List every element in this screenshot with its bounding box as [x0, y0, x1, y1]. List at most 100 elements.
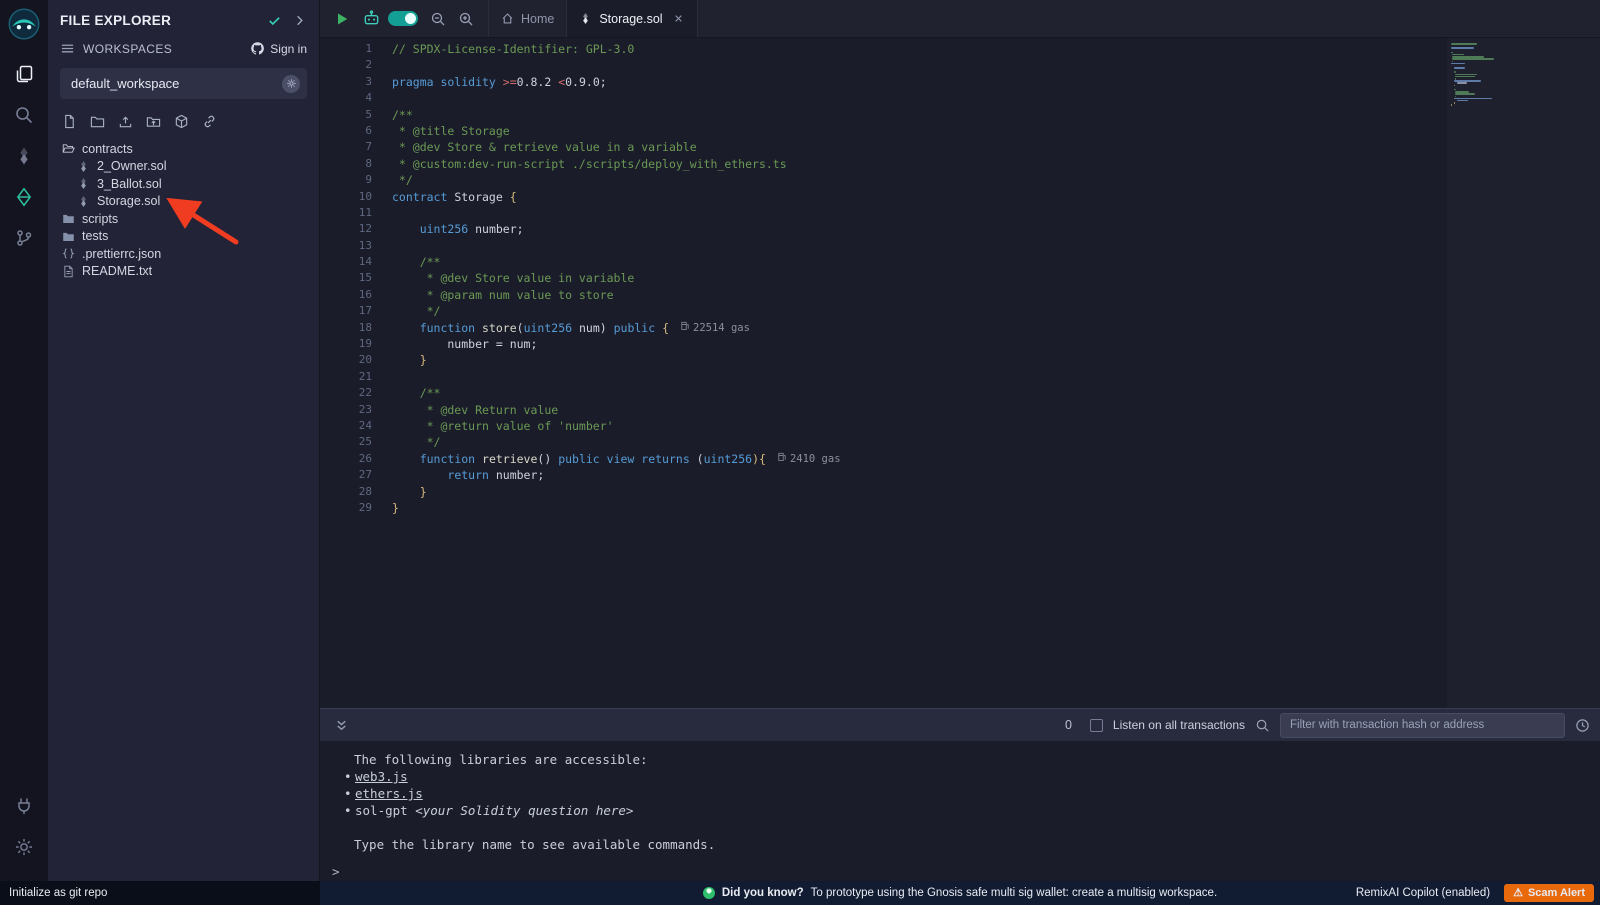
git-init-button[interactable]: Initialize as git repo [0, 881, 320, 905]
deploy-run-icon[interactable] [7, 180, 41, 214]
tree-item-label: contracts [82, 142, 133, 156]
code-line[interactable]: /** [392, 107, 1600, 123]
code-line[interactable]: * @custom:dev-run-script ./scripts/deplo… [392, 156, 1600, 172]
code-line[interactable]: * @dev Store & retrieve value in a varia… [392, 139, 1600, 155]
solidity-icon [579, 12, 592, 25]
code-line[interactable]: * @title Storage [392, 123, 1600, 139]
code-line[interactable]: number = num; [392, 336, 1600, 352]
code-token [392, 451, 420, 467]
folder-icon [62, 212, 75, 225]
code-line[interactable]: /** [392, 254, 1600, 270]
close-icon[interactable] [672, 12, 685, 25]
solidity-compiler-icon[interactable] [7, 139, 41, 173]
zoom-in-icon[interactable] [458, 11, 474, 27]
code-line[interactable] [392, 369, 1600, 385]
terminal[interactable]: The following libraries are accessible:•… [320, 741, 1600, 881]
code-line[interactable]: return number; [392, 467, 1600, 483]
github-signin-button[interactable]: Sign in [250, 41, 307, 56]
file-explorer-icon[interactable] [7, 57, 41, 91]
terminal-line: The following libraries are accessible: [332, 751, 1600, 768]
code-line[interactable] [392, 238, 1600, 254]
code-line[interactable]: // SPDX-License-Identifier: GPL-3.0 [392, 41, 1600, 57]
code-line[interactable] [392, 205, 1600, 221]
code-line[interactable]: uint256 number; [392, 221, 1600, 237]
code-token [392, 320, 420, 336]
code-line[interactable]: pragma solidity >=0.8.2 <0.9.0; [392, 74, 1600, 90]
copilot-toggle[interactable] [388, 11, 418, 26]
code-line[interactable]: * @dev Store value in variable [392, 270, 1600, 286]
search-icon[interactable] [7, 98, 41, 132]
tree-item-label: .prettierrc.json [82, 247, 161, 261]
tab-storage-sol[interactable]: Storage.sol [567, 0, 697, 37]
workspace-options-icon[interactable] [282, 75, 300, 93]
code-line[interactable]: function retrieve() public view returns … [392, 451, 1600, 467]
code-line[interactable]: function store(uint256 num) public {2251… [392, 320, 1600, 336]
upload-file-icon[interactable] [118, 114, 133, 129]
workbench: FILE EXPLORER WORKSPACES Sign in defau [0, 0, 1600, 905]
code-token: } [392, 500, 399, 516]
code-line[interactable]: } [392, 500, 1600, 516]
file-toolbar [48, 103, 319, 137]
terminal-text: Type the library name to see available c… [354, 837, 715, 852]
git-icon[interactable] [7, 221, 41, 255]
workspace-select[interactable]: default_workspace [60, 68, 307, 99]
minimap-line [1451, 104, 1452, 106]
minimap[interactable] [1447, 38, 1600, 708]
listen-checkbox[interactable] [1090, 719, 1103, 732]
code-content[interactable]: // SPDX-License-Identifier: GPL-3.0 pragm… [372, 38, 1600, 708]
code-line[interactable]: * @dev Return value [392, 402, 1600, 418]
tree-item[interactable]: 2_Owner.sol [48, 158, 319, 176]
filter-input[interactable] [1280, 713, 1565, 738]
publish-cube-icon[interactable] [174, 114, 189, 129]
copilot-status[interactable]: RemixAI Copilot (enabled) [1356, 887, 1490, 899]
tree-item[interactable]: 3_Ballot.sol [48, 175, 319, 193]
code-line[interactable]: contract Storage { [392, 189, 1600, 205]
settings-icon[interactable] [7, 830, 41, 864]
tree-item[interactable]: .prettierrc.json [48, 245, 319, 263]
remixai-copilot-controls [362, 9, 418, 28]
plugin-manager-icon[interactable] [7, 789, 41, 823]
code-line[interactable]: /** [392, 385, 1600, 401]
check-icon[interactable] [267, 13, 282, 28]
chevron-right-icon[interactable] [292, 13, 307, 28]
tree-item[interactable]: README.txt [48, 263, 319, 281]
code-line[interactable]: } [392, 484, 1600, 500]
code-line[interactable]: } [392, 352, 1600, 368]
search-icon[interactable] [1255, 718, 1270, 733]
code-line[interactable]: */ [392, 434, 1600, 450]
run-script-button[interactable] [334, 11, 350, 27]
code-line[interactable] [392, 90, 1600, 106]
solidity-icon [77, 195, 90, 208]
remixai-robot-icon[interactable] [362, 9, 381, 28]
tab-home[interactable]: Home [488, 0, 567, 37]
terminal-expand-icon[interactable] [334, 718, 349, 733]
new-file-icon[interactable] [62, 114, 77, 129]
scam-alert-badge[interactable]: ⚠ Scam Alert [1504, 884, 1594, 902]
code-token: () [537, 451, 558, 467]
code-line[interactable] [392, 57, 1600, 73]
tree-item[interactable]: contracts [48, 140, 319, 158]
clock-icon[interactable] [1575, 718, 1590, 733]
code-line[interactable]: * @return value of 'number' [392, 418, 1600, 434]
terminal-link[interactable]: ethers.js [355, 786, 423, 801]
minimap-line [1454, 71, 1456, 73]
line-number: 28 [320, 484, 372, 500]
upload-folder-icon[interactable] [146, 114, 161, 129]
code-line[interactable]: */ [392, 172, 1600, 188]
tree-item[interactable]: scripts [48, 210, 319, 228]
code-token: num [572, 320, 600, 336]
tree-item[interactable]: tests [48, 228, 319, 246]
remix-logo-icon[interactable] [7, 7, 41, 41]
code-editor[interactable]: 1234567891011121314151617181920212223242… [320, 38, 1600, 708]
code-line[interactable]: * @param num value to store [392, 287, 1600, 303]
terminal-link[interactable]: web3.js [355, 769, 408, 784]
zoom-out-icon[interactable] [430, 11, 446, 27]
new-folder-icon[interactable] [90, 114, 105, 129]
line-number: 20 [320, 352, 372, 368]
code-line[interactable]: */ [392, 303, 1600, 319]
link-icon[interactable] [202, 114, 217, 129]
menu-icon[interactable] [60, 41, 75, 56]
tree-item-label: tests [82, 229, 108, 243]
terminal-prompt[interactable]: > [332, 863, 1600, 880]
tree-item[interactable]: Storage.sol [48, 193, 319, 211]
